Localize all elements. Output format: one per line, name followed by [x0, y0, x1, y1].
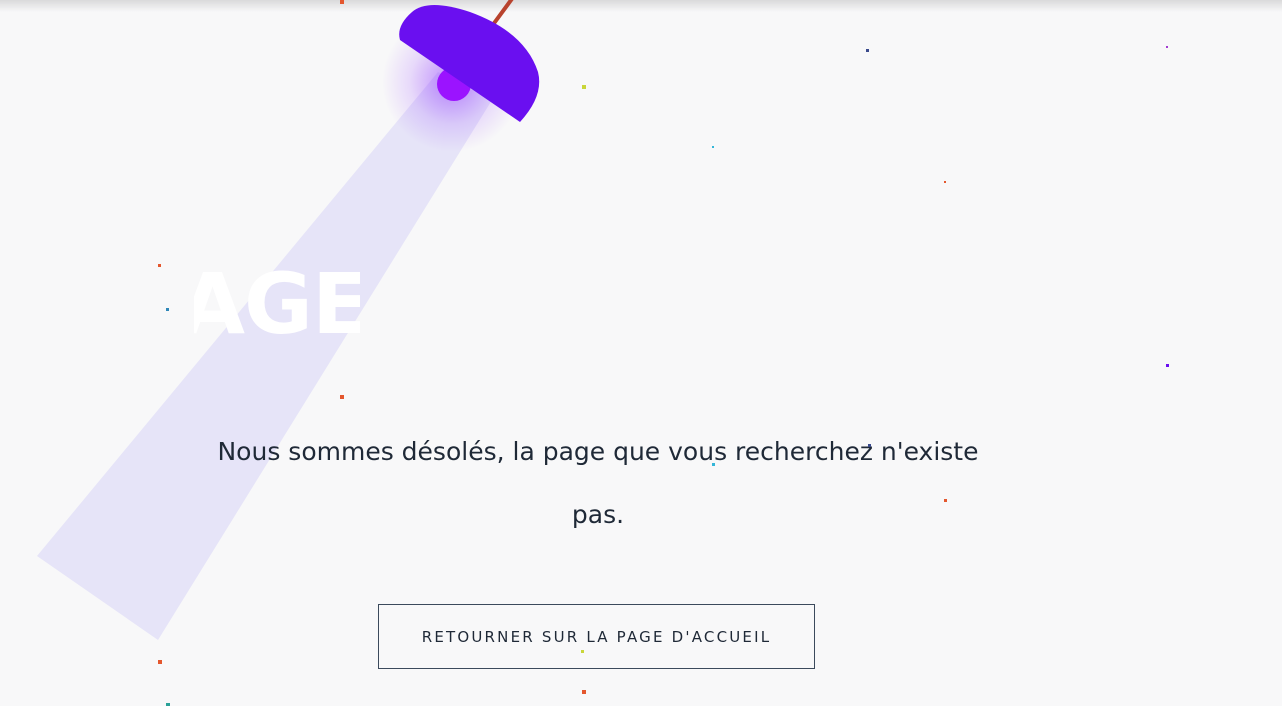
confetti-dot — [340, 0, 344, 4]
confetti-dot — [166, 308, 169, 311]
return-home-button[interactable]: RETOURNER SUR LA PAGE D'ACCUEIL — [378, 604, 815, 669]
confetti-dot — [582, 690, 586, 694]
confetti-dot — [582, 85, 586, 89]
headline-fragment: AGE — [180, 255, 369, 353]
confetti-dot — [1166, 46, 1168, 48]
error-message: Nous sommes désolés, la page que vous re… — [217, 437, 979, 529]
lamp-bulb — [437, 67, 471, 101]
lamp-illustration — [37, 0, 540, 640]
confetti-dot — [712, 463, 715, 466]
confetti-dot — [158, 660, 162, 664]
light-beam — [37, 72, 492, 640]
confetti-dot — [944, 181, 946, 183]
lamp-glow — [382, 12, 522, 152]
confetti-dot — [340, 395, 344, 399]
confetti-dot — [866, 49, 869, 52]
confetti-dot — [944, 499, 947, 502]
confetti-dot — [158, 264, 161, 267]
confetti-dot — [868, 444, 871, 447]
lamp-cord — [490, 0, 514, 28]
confetti-dot — [581, 650, 584, 653]
confetti-dot — [712, 146, 714, 148]
lamp-icon — [399, 5, 540, 122]
top-shadow — [0, 0, 1282, 12]
confetti-dot — [1166, 364, 1169, 367]
